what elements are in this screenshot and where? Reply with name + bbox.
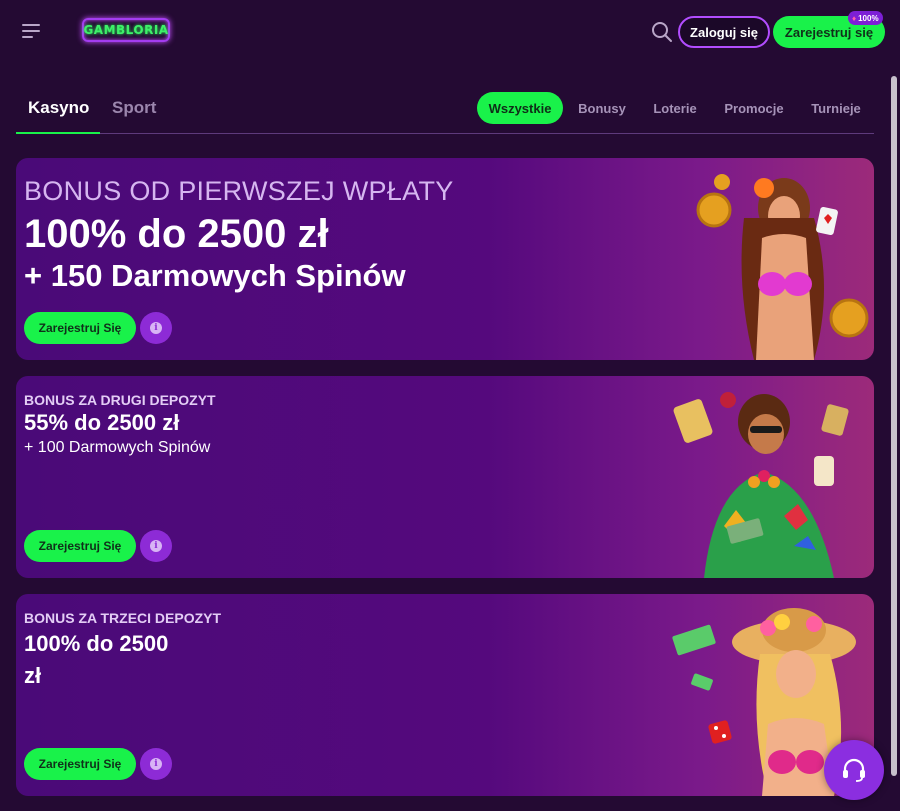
filter-wszystkie[interactable]: Wszystkie bbox=[477, 92, 563, 124]
gem-icon: ♦ bbox=[852, 13, 857, 23]
scrollbar[interactable] bbox=[891, 64, 897, 811]
category-tabs: Kasyno Sport Wszystkie Bonusy Loterie Pr… bbox=[16, 84, 874, 134]
menu-icon[interactable] bbox=[22, 24, 42, 40]
woman-with-coins-illustration bbox=[696, 174, 869, 360]
filter-turnieje[interactable]: Turnieje bbox=[804, 92, 868, 124]
bonus-card-third-deposit: BONUS ZA TRZECI DEPOZYT 100% do 2500 zł … bbox=[16, 594, 874, 796]
login-button[interactable]: Zaloguj się bbox=[678, 16, 770, 48]
register-cta-button[interactable]: Zarejestruj Się bbox=[24, 530, 136, 562]
tab-kasyno[interactable]: Kasyno bbox=[28, 98, 89, 118]
info-button[interactable]: i bbox=[140, 312, 172, 344]
filter-promocje[interactable]: Promocje bbox=[718, 92, 790, 124]
headset-icon bbox=[843, 758, 865, 782]
support-chat-button[interactable] bbox=[824, 740, 884, 800]
info-icon: i bbox=[150, 322, 162, 334]
info-icon: i bbox=[150, 758, 162, 770]
scrollbar-thumb[interactable] bbox=[891, 76, 897, 776]
bonus-subline: + 100 Darmowych Spinów bbox=[24, 439, 211, 456]
bonus-headline: 55% do 2500 zł bbox=[24, 410, 180, 435]
active-tab-indicator bbox=[16, 132, 100, 134]
bonus-title: BONUS ZA DRUGI DEPOZYT bbox=[24, 392, 216, 408]
filter-bonusy[interactable]: Bonusy bbox=[572, 92, 632, 124]
info-button[interactable]: i bbox=[140, 530, 172, 562]
bonus-title: BONUS ZA TRZECI DEPOZYT bbox=[24, 610, 222, 626]
search-icon[interactable] bbox=[651, 21, 673, 43]
filter-loterie[interactable]: Loterie bbox=[646, 92, 704, 124]
register-cta-button[interactable]: Zarejestruj Się bbox=[24, 312, 136, 344]
bonus-card-first-deposit: BONUS OD PIERWSZEJ WPŁATY 100% do 2500 z… bbox=[16, 158, 874, 360]
man-with-cocktail-illustration bbox=[673, 392, 849, 578]
bonus-title: BONUS OD PIERWSZEJ WPŁATY bbox=[24, 176, 454, 206]
register-cta-button[interactable]: Zarejestruj Się bbox=[24, 748, 136, 780]
bonus-headline: 100% do 2500 zł bbox=[24, 631, 169, 688]
info-icon: i bbox=[150, 540, 162, 552]
register-badge-text: 100% bbox=[858, 13, 879, 23]
bonus-headline: 100% do 2500 zł bbox=[24, 212, 329, 256]
header: GAMBLORIA Zaloguj się Zarejestruj się ♦ … bbox=[0, 0, 900, 64]
bonus-subline: + 150 Darmowych Spinów bbox=[24, 258, 406, 293]
register-badge: ♦ 100% bbox=[848, 11, 883, 25]
bonus-card-second-deposit: BONUS ZA DRUGI DEPOZYT 55% do 2500 zł + … bbox=[16, 376, 874, 578]
logo[interactable]: GAMBLORIA bbox=[82, 18, 170, 42]
tab-sport[interactable]: Sport bbox=[112, 98, 156, 118]
info-button[interactable]: i bbox=[140, 748, 172, 780]
